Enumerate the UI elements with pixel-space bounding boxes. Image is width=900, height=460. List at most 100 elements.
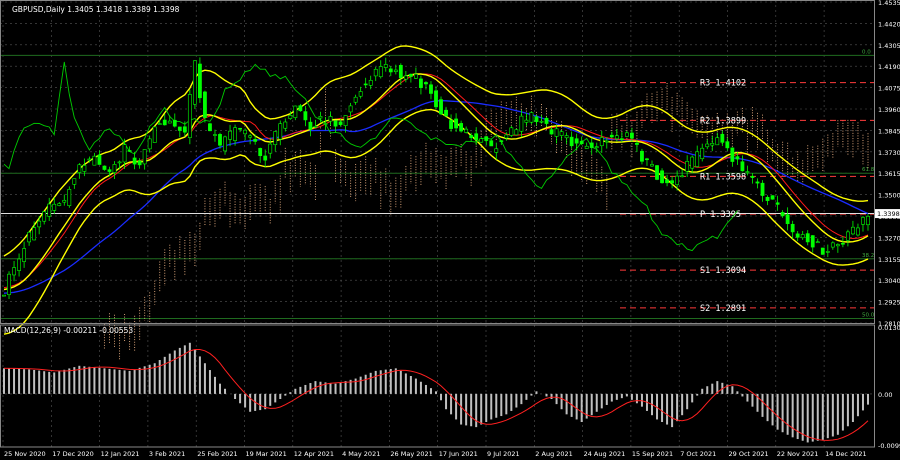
y-tick-label: 1.3040 [878,277,900,285]
candle-body [137,160,142,166]
y-tick-label: 1.3960 [878,106,900,114]
candle-body [172,119,177,127]
candle-body [479,138,484,143]
candle-body [750,175,755,178]
candle-body [353,96,358,103]
candle-body [47,203,52,217]
candle-body [770,195,775,200]
candle-body [348,105,353,113]
macd-title: MACD(12,26,9) -0.00211 -0.00553 [4,326,133,335]
candle-body [293,105,298,118]
x-tick-label: 4 May 2021 [342,450,380,458]
candle-body [474,133,479,140]
current-price-label: 1.3398 [877,210,900,218]
candle-body [519,115,524,132]
candle-body [866,215,870,226]
candle-body [333,120,338,127]
candle-body [273,131,278,146]
candle-body [589,142,594,148]
candle-body [484,136,489,141]
candle-body [494,148,499,153]
x-tick-label: 2 Aug 2021 [535,450,573,458]
candle-body [243,129,248,135]
candle-body [439,99,443,115]
candle-body [127,150,132,152]
candle-body [338,121,343,125]
candle-body [248,135,253,138]
candle-body [388,68,393,73]
fib-level-label: 61.8 [862,167,875,173]
x-tick-label: 25 Feb 2021 [197,450,237,458]
candle-body [218,134,222,146]
candle-body [403,75,408,80]
x-tick-label: 29 Oct 2021 [729,450,769,458]
candle-body [514,129,519,136]
candle-body [203,91,207,118]
candle-body [278,123,283,140]
x-tick-label: 15 Sep 2021 [632,450,673,458]
candle-body [77,164,82,173]
candle-body [579,140,584,145]
y-tick-label: 1.3845 [878,127,900,135]
candle-body [142,149,147,165]
pivot-label: R2 1.3899 [700,116,746,126]
candle-body [599,137,604,147]
candle-body [640,150,644,162]
candle-body [630,132,634,139]
y-tick-label: 1.3270 [878,234,900,242]
candle-body [800,234,805,239]
x-tick-label: 14 Dec 2021 [825,450,867,458]
candle-body [655,165,659,180]
candle-body [62,199,67,203]
candle-body [720,133,725,143]
y-tick-label: 1.3500 [878,192,900,200]
candle-body [785,214,790,225]
x-tick-label: 7 Oct 2021 [680,450,716,458]
candle-body [424,82,428,85]
candle-body [228,130,232,140]
candle-body [544,117,549,124]
candle-body [559,131,564,136]
x-tick-label: 25 Nov 2020 [4,450,46,458]
candle-body [675,175,680,185]
candle-body [469,135,474,139]
candle-body [383,64,388,68]
candle-body [363,83,368,86]
candle-body [414,73,418,79]
candle-body [27,232,32,243]
candle-body [57,203,62,206]
candle-body [790,223,795,233]
candle-body [464,128,469,133]
candle-body [509,127,514,136]
candle-body [549,129,554,135]
candle-body [745,171,750,173]
candle-body [856,227,860,236]
candle-body [685,161,690,172]
candle-body [253,138,258,142]
candle-body [187,94,192,138]
candle-body [449,120,453,129]
candle-body [539,120,544,123]
candle-body [504,134,509,139]
candle-body [840,242,845,245]
candle-body [122,144,127,163]
pivot-label: S2 1.2891 [700,304,746,314]
candle-body [87,158,92,161]
y-tick-label: 1.4190 [878,63,900,71]
candle-body [82,165,87,172]
candle-body [368,80,373,86]
candle-body [213,134,217,136]
y-tick-label: 1.2810 [878,320,900,328]
candle-body [37,220,42,228]
candle-body [12,267,16,276]
candle-body [695,151,700,167]
candle-body [459,123,464,132]
candle-body [92,155,97,166]
candle-body [323,123,328,125]
candle-body [755,181,760,184]
candle-body [725,141,730,149]
candle-body [534,116,539,122]
candle-body [157,123,162,125]
candle-body [198,63,202,99]
fib-level-label: 38.2 [862,253,874,259]
